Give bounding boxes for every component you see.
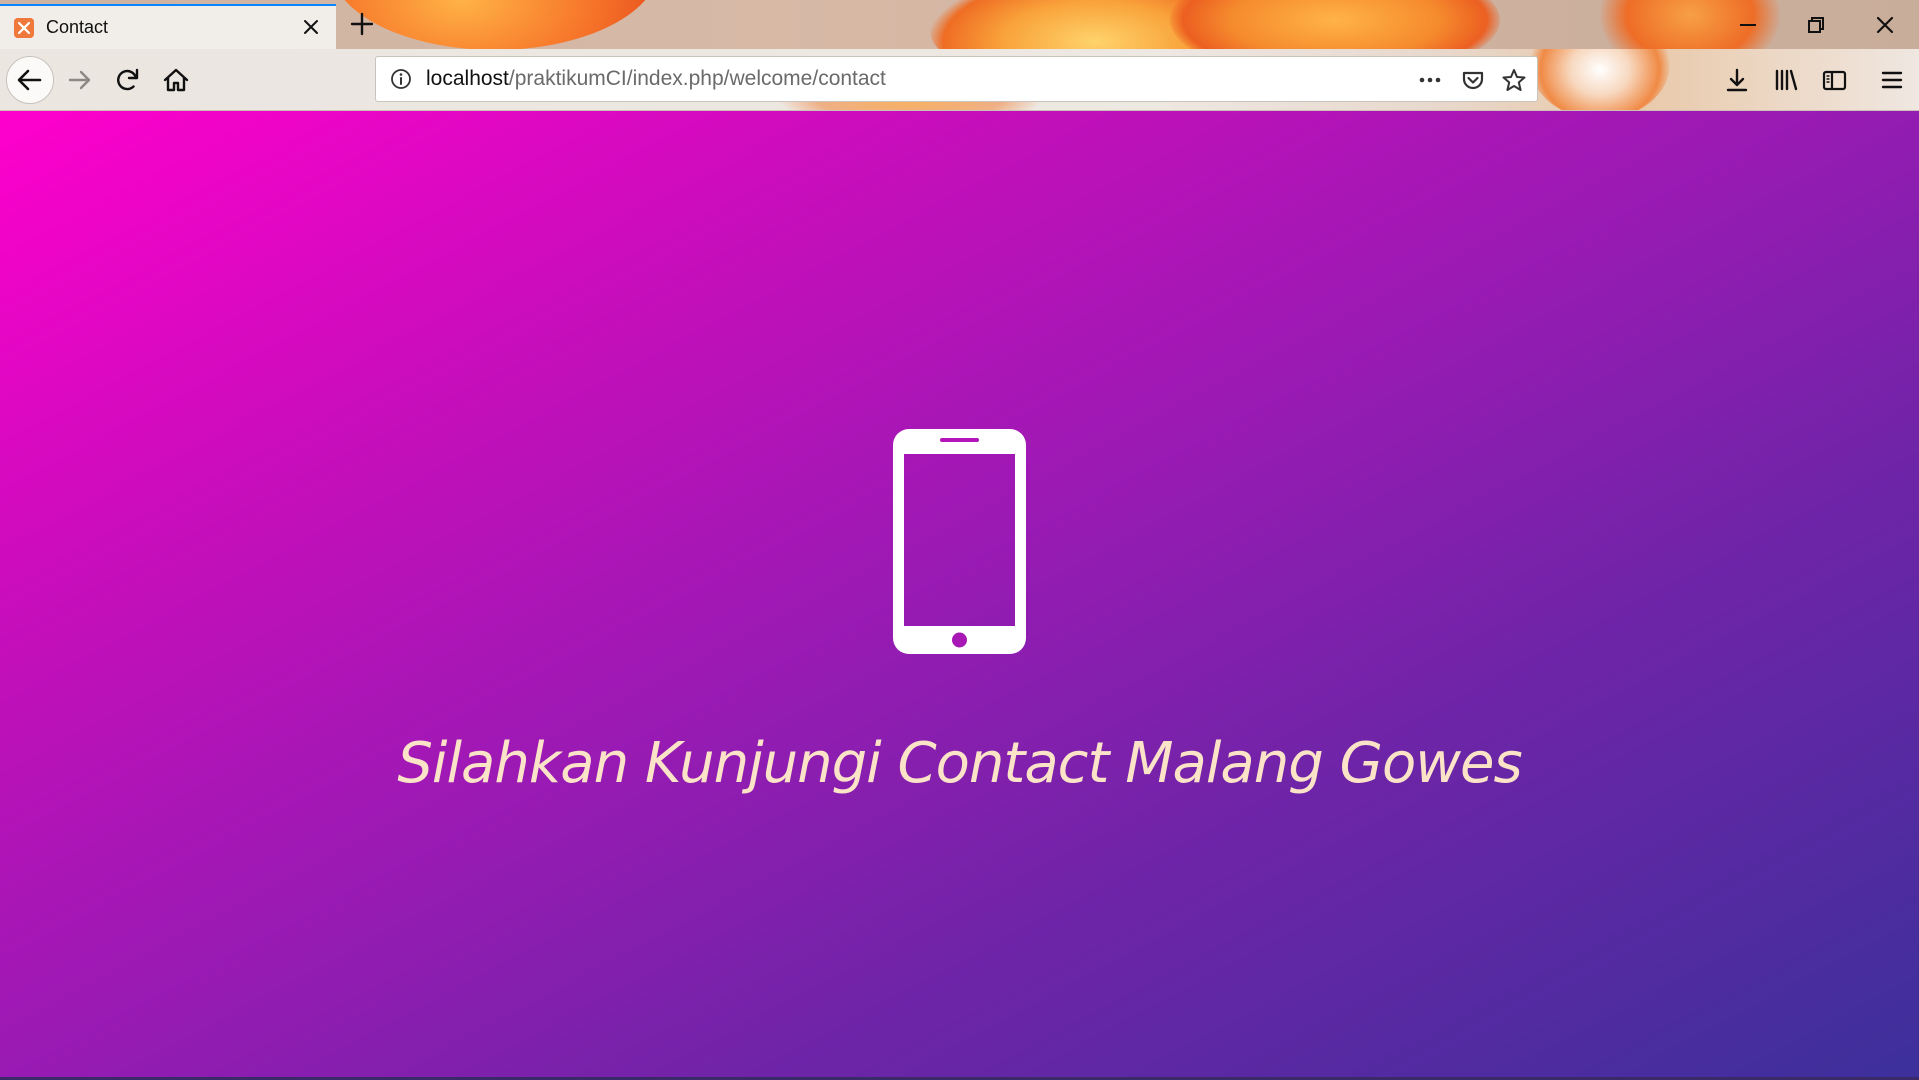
navigation-toolbar: localhost/praktikumCI/index.php/welcome/… [0,49,1919,111]
theme-decoration [1170,0,1500,49]
library-icon[interactable] [1771,65,1801,95]
reload-button[interactable] [110,62,146,98]
close-tab-icon[interactable] [298,14,324,40]
page-actions-ellipsis-icon[interactable] [1416,66,1444,94]
tab-bar: Contact [0,0,1919,49]
tab-contact[interactable]: Contact [0,4,336,49]
browser-window: Contact localhost/praktikumCI/index.php/… [0,0,1919,1080]
home-button[interactable] [158,62,194,98]
new-tab-plus-icon[interactable] [348,10,376,38]
favicon-icon [14,18,34,38]
tab-title: Contact [46,17,109,37]
pocket-icon[interactable] [1459,66,1487,94]
url-host: localhost [426,67,509,90]
sidebar-toggle-icon[interactable] [1819,65,1849,95]
url-path: /praktikumCI/index.php/welcome/contact [508,67,886,90]
close-window-icon[interactable] [1870,10,1900,40]
forward-button[interactable] [62,62,98,98]
page-content: Silahkan Kunjungi Contact Malang Gowes [0,111,1919,1080]
downloads-icon[interactable] [1722,65,1752,95]
fox-mascot-decoration [1530,49,1670,110]
theme-decoration [330,0,660,49]
url-text[interactable]: localhost/praktikumCI/index.php/welcome/… [426,67,886,91]
minimize-icon[interactable] [1733,10,1763,40]
mobile-phone-icon [893,429,1026,654]
url-bar[interactable]: localhost/praktikumCI/index.php/welcome/… [375,56,1538,102]
restore-icon[interactable] [1801,10,1831,40]
bookmark-star-icon[interactable] [1500,66,1528,94]
back-button[interactable] [6,56,54,104]
info-icon[interactable] [388,66,414,92]
page-headline: Silahkan Kunjungi Contact Malang Gowes [397,731,1522,796]
hamburger-menu-icon[interactable] [1877,65,1907,95]
